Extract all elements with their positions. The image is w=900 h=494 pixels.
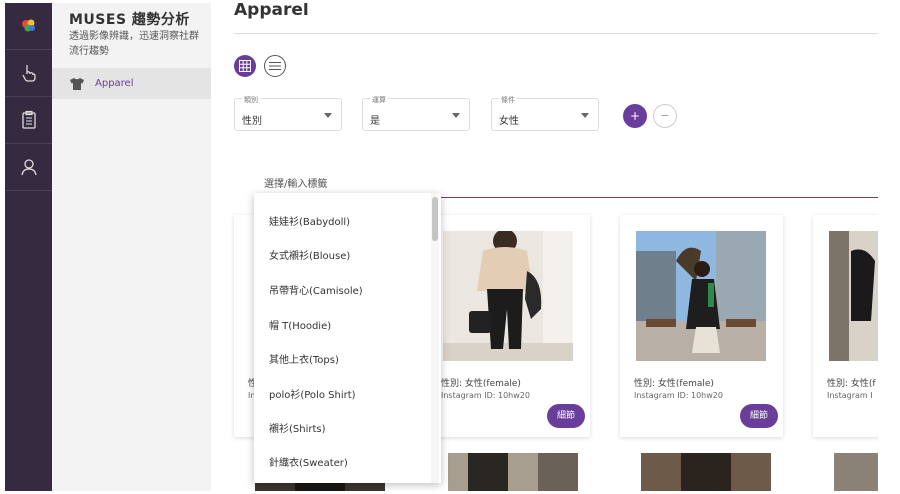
add-filter-button[interactable]: + xyxy=(623,104,647,128)
sidebar-item-apparel[interactable]: Apparel xyxy=(52,68,211,99)
dropdown-option[interactable]: 吊帶背心(Camisole) xyxy=(269,282,363,297)
rail-user[interactable] xyxy=(5,144,52,191)
side-nav: MUSES 趨勢分析 透過影像辨識，迅速洞察社群流行趨勢 Apparel xyxy=(52,3,211,491)
result-card: 性別: 女性(f Instagram I xyxy=(813,215,878,437)
card-instagram-id: Instagram ID: 10hw20 xyxy=(441,391,530,400)
dropdown-option[interactable]: 女式襯衫(Blouse) xyxy=(269,247,350,262)
grid-icon xyxy=(239,60,251,72)
card-photo[interactable] xyxy=(641,453,771,491)
photo-image xyxy=(829,231,878,361)
card-gender: 性別: 女性(female) xyxy=(634,379,714,389)
dropdown-option[interactable]: 襯衫(Shirts) xyxy=(269,420,326,435)
chevron-down-icon xyxy=(452,113,460,118)
list-icon xyxy=(269,62,281,70)
app-window: MUSES 趨勢分析 透過影像辨識，迅速洞察社群流行趨勢 Apparel App… xyxy=(5,3,878,491)
list-view-button[interactable] xyxy=(264,55,286,77)
photo-image xyxy=(636,231,766,361)
card-photo[interactable] xyxy=(834,453,878,491)
card-instagram-id: Instagram ID: 10hw20 xyxy=(634,391,723,400)
photo-image xyxy=(641,453,771,491)
tag-input-underline[interactable] xyxy=(441,197,878,198)
remove-filter-button[interactable]: − xyxy=(653,104,677,128)
card-instagram-id: Instagram I xyxy=(827,391,873,400)
card-photo[interactable] xyxy=(636,231,766,361)
details-button[interactable]: 細節 xyxy=(547,404,585,428)
dropdown-scrollbar[interactable] xyxy=(432,197,438,241)
condition-value: 女性 xyxy=(499,116,519,127)
card-gender: 性別: 女性(f xyxy=(827,379,876,389)
card-photo[interactable] xyxy=(448,453,578,491)
dropdown-option[interactable]: 針織衣(Sweater) xyxy=(269,454,348,469)
tag-dropdown: 娃娃衫(Babydoll) 女式襯衫(Blouse) 吊帶背心(Camisole… xyxy=(254,193,441,483)
dropdown-option[interactable]: 其他上衣(Tops) xyxy=(269,351,339,366)
icon-rail xyxy=(5,3,52,491)
card-gender: 性別: 女性(female) xyxy=(441,379,521,389)
operator-select[interactable]: 運算 是 xyxy=(362,95,470,131)
operator-value: 是 xyxy=(370,116,380,127)
chevron-down-icon xyxy=(581,113,589,118)
clipboard-icon xyxy=(21,110,36,129)
category-caption: 類別 xyxy=(242,95,260,105)
condition-select[interactable]: 條件 女性 xyxy=(491,95,599,131)
hand-pointer-icon xyxy=(21,65,36,82)
tag-input-label: 選擇/輸入標籤 xyxy=(264,179,328,190)
title-divider xyxy=(234,33,878,34)
rail-gesture[interactable] xyxy=(5,50,52,97)
photo-image xyxy=(443,231,573,361)
rail-logo[interactable] xyxy=(5,3,52,50)
dropdown-option[interactable]: 娃娃衫(Babydoll) xyxy=(269,213,350,228)
card-photo[interactable] xyxy=(443,231,573,361)
category-select[interactable]: 類別 性別 xyxy=(234,95,342,131)
page-title: Apparel xyxy=(234,3,309,20)
photo-image xyxy=(448,453,578,491)
user-icon xyxy=(20,159,37,176)
result-card: 性別: 女性(female) Instagram ID: 10hw20 細節 xyxy=(427,215,590,437)
dropdown-option[interactable]: polo衫(Polo Shirt) xyxy=(269,386,356,401)
details-button[interactable]: 細節 xyxy=(740,404,778,428)
dropdown-option[interactable]: 帽 T(Hoodie) xyxy=(269,317,331,332)
logo-icon xyxy=(21,19,35,32)
category-value: 性別 xyxy=(242,116,262,127)
operator-caption: 運算 xyxy=(370,95,388,105)
chevron-down-icon xyxy=(324,113,332,118)
photo-image xyxy=(834,453,878,491)
rail-report[interactable] xyxy=(5,97,52,144)
brand-subtitle: 透過影像辨識，迅速洞察社群流行趨勢 xyxy=(69,31,199,57)
tshirt-icon xyxy=(70,77,84,90)
card-photo[interactable] xyxy=(829,231,878,361)
result-card: 性別: 女性(female) Instagram ID: 10hw20 細節 xyxy=(620,215,783,437)
condition-caption: 條件 xyxy=(499,95,517,105)
brand-title: MUSES 趨勢分析 xyxy=(69,12,190,28)
sidebar-item-label: Apparel xyxy=(95,78,134,89)
grid-view-button[interactable] xyxy=(234,55,256,77)
